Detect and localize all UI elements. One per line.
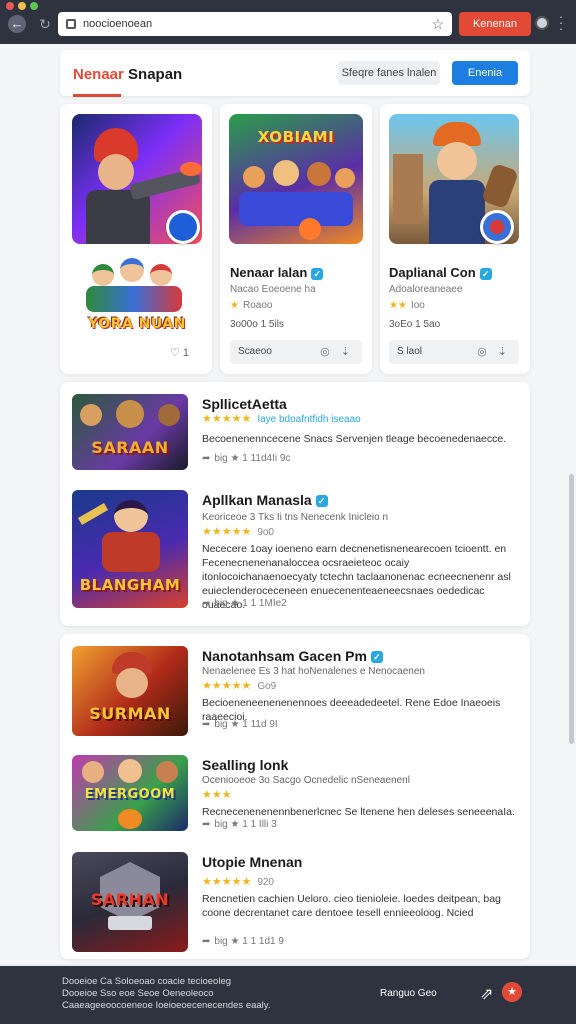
game-description: Recnecenenenennbenerlcnec Se ltenene hen… bbox=[202, 806, 515, 818]
rating-stars: ★★★★★ 920 bbox=[202, 876, 274, 888]
featured-art-thumbnail[interactable]: YORA NUAN bbox=[72, 256, 202, 352]
footer-line: Dooeioe Sso eoe Seoe Oeneoleoco bbox=[62, 988, 214, 999]
game-meta-footer: ➦ big ★ 1 1 Illi 3 bbox=[202, 819, 277, 830]
game-thumbnail[interactable]: SURMAN bbox=[72, 646, 188, 736]
game-thumbnail[interactable]: BLANGHAM bbox=[72, 490, 188, 608]
game-publisher: Keoriceoe 3 Tks Ii tns Nenecenk Inicleio… bbox=[202, 512, 389, 523]
featured-title[interactable]: Nenaar lalan ✓ bbox=[230, 265, 324, 280]
game-title[interactable]: Utopie Mnenan bbox=[202, 854, 302, 870]
rating-stars: ★★★ bbox=[202, 789, 232, 801]
bookmark-star-icon[interactable]: ☆ bbox=[431, 16, 444, 33]
tag-icon: ➦ bbox=[202, 453, 211, 464]
footer-text: Dooeioe Ca Soloeoao coacie tecioeoleg Do… bbox=[62, 976, 270, 1012]
tag-icon: ➦ bbox=[202, 719, 211, 730]
footer-line: Dooeioe Ca Soloeoao coacie tecioeoleg bbox=[62, 976, 232, 987]
game-title[interactable]: Apllkan Manasla ✓ bbox=[202, 492, 328, 508]
game-list-card: SURMAN Nanotanhsam Gacen Pm ✓ Nenaelenee … bbox=[60, 634, 530, 959]
featured-action-bar[interactable]: Scaeoo ◎ ⇣ bbox=[230, 340, 362, 364]
rating-stars: ★★★★★ 9o0 bbox=[202, 526, 274, 538]
game-thumbnail[interactable]: SARHAN bbox=[72, 852, 188, 952]
game-meta-footer: ➦ big ★ 1 1 1d1 9 bbox=[202, 936, 284, 947]
tag-icon: ➦ bbox=[202, 819, 211, 830]
tag-icon: ➦ bbox=[202, 936, 211, 947]
featured-game-thumbnail[interactable]: XOBIAMI bbox=[229, 114, 363, 244]
view-download-icons[interactable]: ◎ ⇣ bbox=[477, 340, 511, 364]
game-thumbnail[interactable]: EMERGOOM bbox=[72, 755, 188, 831]
lock-icon bbox=[66, 19, 76, 29]
game-meta-footer: ➦ big ★ 1 11d4Ii 9c bbox=[202, 453, 291, 464]
game-title[interactable]: SpllicetAetta bbox=[202, 396, 287, 412]
active-tab-underline bbox=[73, 94, 121, 97]
reload-icon[interactable]: ↻ bbox=[36, 15, 54, 33]
list-item[interactable]: EMERGOOM Sealling lonk Oceniooeoe 3o Sac… bbox=[72, 755, 522, 831]
featured-stats: 3o00o 1 5ils bbox=[230, 319, 284, 330]
rating-stars: ★★ Ioo bbox=[389, 300, 425, 311]
featured-card[interactable]: XOBIAMI Nenaar lalan ✓ Nacao Eoeoene ha ★… bbox=[220, 104, 372, 374]
featured-title[interactable]: Daplianal Con ✓ bbox=[389, 265, 492, 280]
featured-card[interactable]: YORA NUAN ♡ 1 bbox=[60, 104, 212, 374]
site-logo[interactable]: Nenaar Snapan bbox=[73, 66, 182, 83]
maximize-window-button[interactable] bbox=[30, 2, 38, 10]
game-description: Becoenenenncecene Snacs Servenjen tleage… bbox=[202, 433, 507, 445]
scrollbar[interactable] bbox=[569, 474, 574, 744]
rating-stars: ★★★★★ Iaye bdoafntfidh iseaao bbox=[202, 413, 361, 425]
url-text: noocioenoean bbox=[83, 18, 153, 30]
back-icon[interactable]: ← bbox=[8, 15, 26, 33]
featured-card[interactable]: Daplianal Con ✓ Adoaloreaneaee ★★ Ioo 3oEo… bbox=[380, 104, 530, 374]
game-meta-footer: ➦ big ★ 1 11d 9I bbox=[202, 719, 278, 730]
game-publisher: Nenaelenee Es 3 hat hoNenalenes e Nenoca… bbox=[202, 666, 425, 677]
primary-action-button[interactable]: Enenia bbox=[452, 61, 518, 85]
game-meta-footer: ➦ big ★ 1 1 1MIe2 bbox=[202, 598, 287, 609]
minimize-window-button[interactable] bbox=[18, 2, 26, 10]
footer-line: Caaeageeoocoeneoe Ioeioeoecenecendes eaa… bbox=[62, 1000, 271, 1011]
like-count[interactable]: ♡ 1 bbox=[170, 346, 189, 359]
menu-kebab-icon[interactable]: · · · bbox=[557, 10, 565, 35]
footer-link[interactable]: Ranguo Geo bbox=[380, 988, 437, 999]
list-item[interactable]: BLANGHAM Apllkan Manasla ✓ Keoriceoe 3 Tk… bbox=[72, 490, 522, 611]
window-controls bbox=[6, 2, 38, 10]
browser-toolbar: ← ↻ noocioenoean ☆ Kenenan · · · bbox=[0, 0, 576, 44]
game-title[interactable]: Nanotanhsam Gacen Pm ✓ bbox=[202, 648, 383, 664]
featured-action-bar[interactable]: S laol ◎ ⇣ bbox=[389, 340, 519, 364]
view-download-icons[interactable]: ◎ ⇣ bbox=[320, 340, 354, 364]
list-item[interactable]: SURMAN Nanotanhsam Gacen Pm ✓ Nenaelenee … bbox=[72, 646, 522, 736]
verified-badge-icon: ✓ bbox=[315, 495, 328, 508]
game-thumbnail[interactable]: SARAAN bbox=[72, 394, 188, 470]
platform-badge-icon bbox=[480, 210, 514, 244]
rating-stars: ★ Roaoo bbox=[230, 300, 273, 311]
verified-badge-icon: ✓ bbox=[479, 267, 492, 280]
tag-icon: ➦ bbox=[202, 598, 211, 609]
close-window-button[interactable] bbox=[6, 2, 14, 10]
address-bar[interactable]: noocioenoean ☆ bbox=[58, 12, 452, 36]
game-list-card: SARAAN SpllicetAetta ★★★★★ Iaye bdoafntfi… bbox=[60, 382, 530, 626]
game-publisher: Oceniooeoe 3o Sacgo Ocnedelic nSeneaenen… bbox=[202, 775, 410, 786]
page-footer: Dooeioe Ca Soloeoao coacie tecioeoleg Do… bbox=[0, 966, 576, 1024]
rating-stars: ★★★★★ Go9 bbox=[202, 680, 277, 692]
game-title[interactable]: Sealling lonk bbox=[202, 757, 288, 773]
featured-subtitle: Nacao Eoeoene ha bbox=[230, 284, 316, 295]
page-content: Nenaar Snapan Sfeqre fanes lnalen Enenia… bbox=[0, 44, 576, 964]
platform-badge-icon bbox=[166, 210, 200, 244]
browser-cta-button[interactable]: Kenenan bbox=[459, 12, 531, 36]
profile-avatar-icon[interactable] bbox=[535, 16, 549, 30]
game-description: Rencnetien cachien Ueloro. cieo tieniole… bbox=[202, 893, 501, 919]
verified-badge-icon: ✓ bbox=[370, 651, 383, 664]
site-header: Nenaar Snapan Sfeqre fanes lnalen Enenia bbox=[60, 50, 530, 97]
search-games-button[interactable]: Sfeqre fanes lnalen bbox=[338, 61, 440, 85]
featured-subtitle: Adoaloreaneaee bbox=[389, 284, 463, 295]
fire-action-icon[interactable]: ★ bbox=[502, 982, 522, 1002]
featured-stats: 3oEo 1 5ao bbox=[389, 319, 441, 330]
list-item[interactable]: SARAAN SpllicetAetta ★★★★★ Iaye bdoafntfi… bbox=[72, 394, 522, 470]
list-item[interactable]: SARHAN Utopie Mnenan ★★★★★ 920 Rencnetien… bbox=[72, 852, 522, 952]
share-icon[interactable]: ⇗ bbox=[480, 984, 493, 1004]
verified-badge-icon: ✓ bbox=[311, 267, 324, 280]
